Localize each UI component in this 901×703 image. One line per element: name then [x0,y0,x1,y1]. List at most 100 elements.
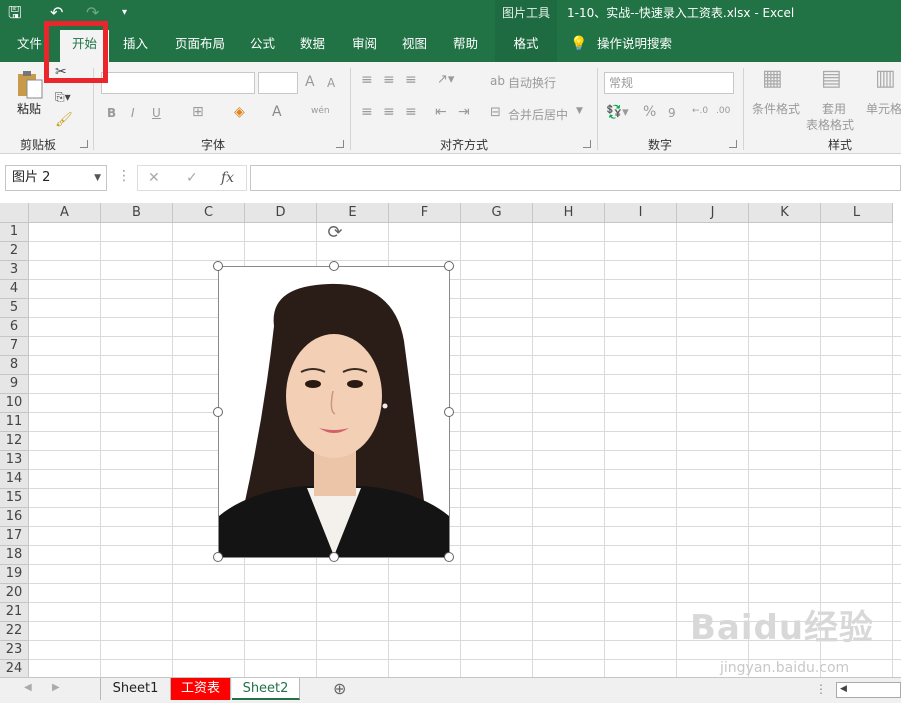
orientation-icon[interactable]: ↗▾ [437,72,454,87]
redo-icon[interactable]: ↷ [86,3,99,23]
tab-review[interactable]: 审阅 [352,26,377,62]
formula-input[interactable] [250,165,901,191]
row-header-7[interactable]: 7 [0,337,29,356]
tab-help[interactable]: 帮助 [453,26,478,62]
comma-button[interactable]: 9 [668,106,676,120]
scroll-left-icon[interactable]: ◀ [24,682,32,693]
conditional-format-button[interactable]: 条件格式 [752,100,800,117]
row-header-23[interactable]: 23 [0,641,29,660]
row-header-4[interactable]: 4 [0,280,29,299]
row-header-21[interactable]: 21 [0,603,29,622]
font-name-select[interactable] [101,72,255,94]
row-header-12[interactable]: 12 [0,432,29,451]
percent-button[interactable]: % [643,104,656,120]
number-format-select[interactable]: 常规 [604,72,734,94]
cancel-icon[interactable]: ✕ [148,170,160,186]
underline-button[interactable]: U [152,106,161,120]
scroll-right-icon[interactable]: ▶ [52,682,60,693]
column-header-h[interactable]: H [533,203,605,223]
row-header-16[interactable]: 16 [0,508,29,527]
copy-icon[interactable]: ⎘▾ [55,90,71,105]
tab-file[interactable]: 文件 [17,26,42,62]
resize-handle-bottom-right[interactable] [444,552,454,562]
row-header-2[interactable]: 2 [0,242,29,261]
merge-center-button[interactable]: 合并后居中 [508,106,568,123]
column-header-e[interactable]: E [317,203,389,223]
row-header-15[interactable]: 15 [0,489,29,508]
fill-color-icon[interactable]: ◈ [234,104,245,120]
italic-button[interactable]: I [131,106,135,120]
row-header-20[interactable]: 20 [0,584,29,603]
customize-toolbar-icon[interactable]: ▾ [122,3,127,23]
column-header-f[interactable]: F [389,203,461,223]
border-icon[interactable]: ⊞ [192,104,204,120]
select-all-corner[interactable] [0,203,29,223]
font-color-icon[interactable]: A [272,104,282,120]
row-header-24[interactable]: 24 [0,660,29,677]
row-header-5[interactable]: 5 [0,299,29,318]
column-header-l[interactable]: L [821,203,893,223]
font-shrink-icon[interactable]: A [327,76,335,90]
align-left-icon[interactable]: ≡ [361,104,373,120]
row-header-11[interactable]: 11 [0,413,29,432]
row-header-17[interactable]: 17 [0,527,29,546]
table-format-icon[interactable]: ▤ [821,66,842,91]
resize-handle-right[interactable] [444,407,454,417]
row-header-14[interactable]: 14 [0,470,29,489]
wrap-text-icon[interactable]: ab [490,74,505,88]
resize-handle-bottom-left[interactable] [213,552,223,562]
phonetic-icon[interactable]: wén [311,106,330,116]
accounting-icon[interactable]: 💱▾ [606,105,629,120]
column-header-c[interactable]: C [173,203,245,223]
insert-function-icon[interactable]: fx [221,170,234,186]
row-header-3[interactable]: 3 [0,261,29,280]
number-launcher-icon[interactable] [729,140,737,148]
paste-label[interactable]: 粘贴 [17,100,41,117]
name-box-dropdown-icon[interactable]: ▼ [94,166,101,190]
add-sheet-icon[interactable]: ⊕ [333,679,346,698]
cell-style-icon[interactable]: ▥ [875,66,896,91]
resize-handle-top-left[interactable] [213,261,223,271]
align-right-icon[interactable]: ≡ [405,104,417,120]
column-header-a[interactable]: A [29,203,101,223]
align-center-icon[interactable]: ≡ [383,104,395,120]
sheet-tab-sheet2[interactable]: Sheet2 [232,678,300,700]
column-header-d[interactable]: D [245,203,317,223]
merge-dropdown-icon[interactable]: ▼ [576,106,583,116]
table-format-button-line2[interactable]: 表格格式 [806,116,854,133]
column-header-i[interactable]: I [605,203,677,223]
save-icon[interactable]: 🖫 [8,3,22,23]
row-header-6[interactable]: 6 [0,318,29,337]
rotate-handle-icon[interactable]: ⟳ [324,222,346,244]
merge-icon[interactable]: ⊟ [490,105,501,120]
row-header-9[interactable]: 9 [0,375,29,394]
resize-handle-bottom[interactable] [329,552,339,562]
column-header-k[interactable]: K [749,203,821,223]
decrease-decimal-icon[interactable]: .00 [716,106,730,116]
increase-decimal-icon[interactable]: ←.0 [692,106,708,116]
sheet-tab-sheet1[interactable]: Sheet1 [101,678,171,700]
row-header-10[interactable]: 10 [0,394,29,413]
row-header-1[interactable]: 1 [0,223,29,242]
row-header-22[interactable]: 22 [0,622,29,641]
tab-insert[interactable]: 插入 [123,26,148,62]
paste-icon[interactable] [15,70,45,100]
name-box[interactable]: 图片 2 ▼ [5,165,107,191]
decrease-indent-icon[interactable]: ⇤ [435,104,447,120]
align-top-icon[interactable]: ≡ [361,72,373,88]
tab-format[interactable]: 格式 [495,26,557,62]
row-header-19[interactable]: 19 [0,565,29,584]
tab-formulas[interactable]: 公式 [250,26,275,62]
tab-page-layout[interactable]: 页面布局 [175,26,225,62]
resize-handle-top-right[interactable] [444,261,454,271]
font-launcher-icon[interactable] [336,140,344,148]
table-format-button-line1[interactable]: 套用 [822,100,846,117]
tell-me-search[interactable]: 操作说明搜索 [597,26,672,62]
format-painter-icon[interactable]: 🖌 [55,112,73,128]
font-size-select[interactable] [258,72,298,94]
conditional-format-icon[interactable]: ▦ [762,66,783,91]
sheet-tab-wage[interactable]: 工资表 [171,678,231,700]
alignment-launcher-icon[interactable] [583,140,591,148]
cell-style-button[interactable]: 单元格 [866,100,901,117]
column-header-j[interactable]: J [677,203,749,223]
